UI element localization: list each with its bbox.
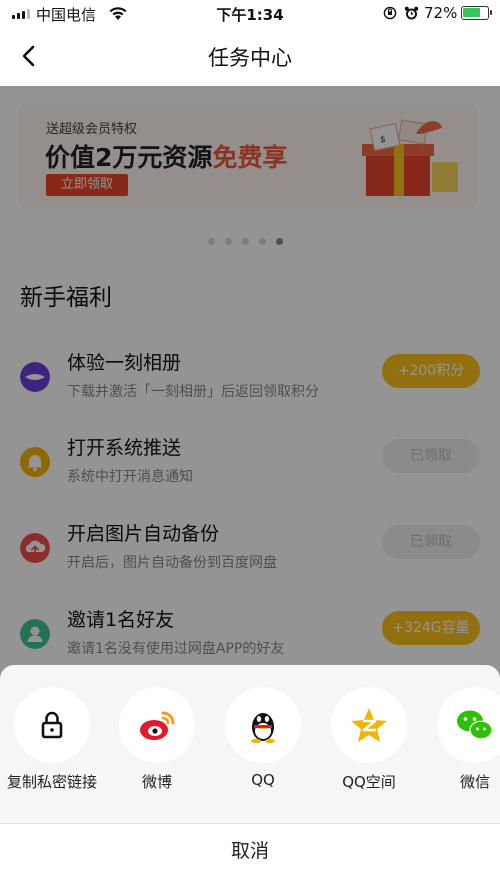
nav-bar: 任务中心 bbox=[0, 28, 500, 86]
status-bar: 中国电信 下午1:34 72% bbox=[0, 0, 500, 28]
white-patch bbox=[364, 829, 486, 877]
rotation-lock-icon bbox=[383, 6, 397, 20]
page-title: 任务中心 bbox=[208, 46, 292, 70]
share-weibo[interactable]: 微博 bbox=[112, 687, 202, 797]
share-sheet: 复制私密链接 微博 QQ QQ空间 微信 取消 bbox=[0, 665, 500, 889]
battery-icon bbox=[461, 6, 492, 20]
share-qzone[interactable]: QQ空间 bbox=[324, 687, 414, 797]
alarm-icon bbox=[404, 6, 419, 20]
share-copy-link[interactable]: 复制私密链接 bbox=[7, 687, 97, 797]
share-options: 复制私密链接 微博 QQ QQ空间 微信 bbox=[0, 665, 500, 823]
qzone-icon bbox=[351, 708, 387, 742]
share-wechat[interactable]: 微信 bbox=[430, 687, 500, 797]
share-option-label: 微信 bbox=[459, 773, 490, 791]
lock-icon bbox=[41, 711, 63, 739]
weibo-icon bbox=[140, 711, 175, 740]
qq-icon bbox=[251, 713, 275, 744]
share-qq[interactable]: QQ bbox=[218, 687, 308, 797]
battery-percent: 72% bbox=[424, 4, 458, 22]
wechat-icon bbox=[457, 710, 493, 740]
